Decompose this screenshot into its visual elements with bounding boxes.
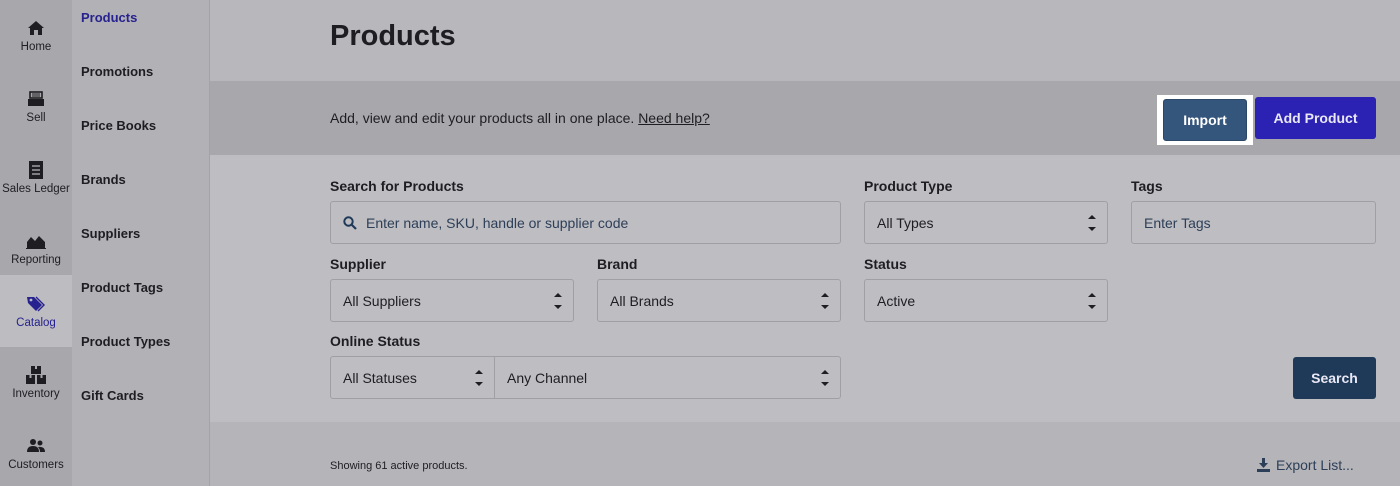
search-button[interactable]: Search [1293,357,1376,399]
rail-item-reporting[interactable]: Reporting [0,213,72,284]
brand-value: All Brands [610,292,674,309]
rail-item-inventory[interactable]: Inventory [0,347,72,418]
register-icon [26,89,46,109]
rail-label: Customers [8,459,64,471]
banner-description: Add, view and edit your products all in … [330,110,635,126]
tags-label: Tags [1131,178,1163,194]
rail-item-customers[interactable]: Customers [0,418,72,486]
select-arrows-icon [1088,293,1096,309]
brand-select[interactable]: All Brands [597,279,841,322]
subnav-item-suppliers[interactable]: Suppliers [81,226,140,241]
subnav-item-product-tags[interactable]: Product Tags [81,280,163,295]
supplier-label: Supplier [330,256,387,272]
banner-text: Add, view and edit your products all in … [330,110,710,126]
status-value: Active [877,292,916,309]
tags-placeholder: Enter Tags [1144,214,1211,231]
status-label: Status [864,256,907,272]
subnav-item-price-books[interactable]: Price Books [81,118,156,133]
select-arrows-icon [475,370,483,386]
rail-label: Home [20,41,52,53]
rail-item-sales-ledger[interactable]: Sales Ledger [0,142,72,213]
search-placeholder: Enter name, SKU, handle or supplier code [366,214,629,231]
select-arrows-icon [821,370,829,386]
icon-rail: Home Sell Sales Ledger Reporting Catalog… [0,0,72,486]
add-product-button[interactable]: Add Product [1255,97,1376,139]
select-arrows-icon [821,293,829,309]
export-label: Export List... [1276,457,1354,473]
main-content: Products Add, view and edit your product… [210,0,1400,486]
rail-label: Reporting [11,254,61,266]
rail-label: Inventory [12,388,60,400]
brand-label: Brand [597,256,638,272]
supplier-select[interactable]: All Suppliers [330,279,574,322]
rail-label: Catalog [16,316,56,329]
page-title: Products [330,20,456,52]
home-icon [26,18,46,38]
people-icon [26,436,46,456]
channel-select[interactable]: Any Channel [494,356,841,399]
rail-item-home[interactable]: Home [0,0,72,71]
rail-label: Sell [26,112,46,124]
search-label: Search for Products [330,178,464,194]
results-footer: Showing 61 active products. Export List.… [210,422,1400,486]
channel-value: Any Channel [507,369,588,386]
search-icon [343,215,357,230]
rail-label: Sales Ledger [2,183,70,195]
search-input[interactable]: Enter name, SKU, handle or supplier code [330,201,841,244]
export-list-button[interactable]: Export List... [1257,457,1354,473]
subnav-item-product-types[interactable]: Product Types [81,334,170,349]
product-type-label: Product Type [864,178,953,194]
need-help-link[interactable]: Need help? [638,110,710,126]
results-count: Showing 61 active products. [330,460,468,472]
action-banner: Add, view and edit your products all in … [210,81,1400,155]
download-icon [1257,458,1270,472]
import-button-highlight: Import [1157,95,1253,145]
subnav-item-promotions[interactable]: Promotions [81,64,153,79]
boxes-icon [26,365,46,385]
subnav-item-gift-cards[interactable]: Gift Cards [81,388,144,403]
tags-input[interactable]: Enter Tags [1131,201,1376,244]
import-button[interactable]: Import [1163,99,1247,141]
tag-icon [26,294,46,314]
product-type-select[interactable]: All Types [864,201,1108,244]
status-select[interactable]: Active [864,279,1108,322]
online-status-select[interactable]: All Statuses [330,356,495,399]
product-type-value: All Types [877,214,934,231]
catalog-subnav: Products Promotions Price Books Brands S… [72,0,210,486]
subnav-item-brands[interactable]: Brands [81,172,126,187]
select-arrows-icon [554,293,562,309]
rail-item-sell[interactable]: Sell [0,71,72,142]
ledger-icon [26,160,46,180]
supplier-value: All Suppliers [343,292,421,309]
filter-form: Search for Products Enter name, SKU, han… [210,155,1400,422]
online-status-label: Online Status [330,333,421,349]
online-status-value: All Statuses [343,369,417,386]
chart-icon [26,231,46,251]
rail-item-catalog[interactable]: Catalog [0,275,72,347]
select-arrows-icon [1088,215,1096,231]
subnav-item-products[interactable]: Products [81,10,137,25]
